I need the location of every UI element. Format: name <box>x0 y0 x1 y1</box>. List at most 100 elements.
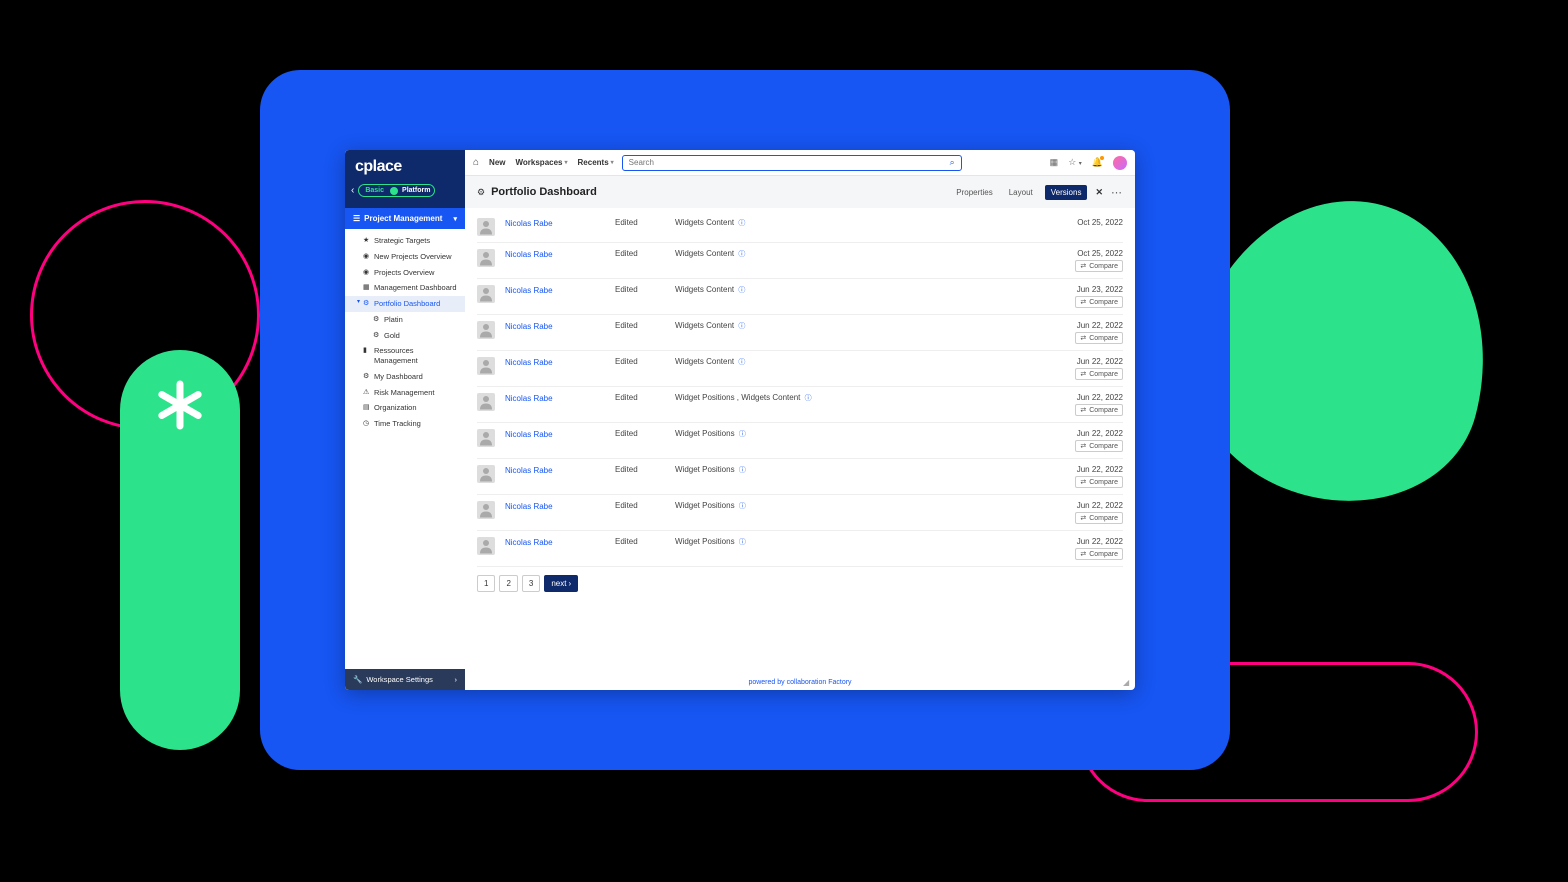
user-avatar-icon <box>477 537 495 555</box>
info-icon[interactable]: ⓘ <box>738 287 745 294</box>
user-avatar-icon <box>477 501 495 519</box>
version-user-link[interactable]: Nicolas Rabe <box>505 430 553 439</box>
workspaces-menu[interactable]: Workspaces▾ <box>516 158 568 167</box>
home-icon[interactable]: ⌂ <box>473 157 479 168</box>
nav-label: Organization <box>374 403 417 413</box>
info-icon[interactable]: ⓘ <box>738 220 745 227</box>
mode-toggle-pill[interactable]: Basic Platform <box>358 184 435 197</box>
page-title: Portfolio Dashboard <box>491 186 597 198</box>
info-icon[interactable]: ⓘ <box>738 359 745 366</box>
user-avatar-icon <box>477 465 495 483</box>
user-avatar[interactable] <box>1113 156 1127 170</box>
mode-platform-label: Platform <box>400 186 432 195</box>
info-icon[interactable]: ⓘ <box>739 503 746 510</box>
version-user-link[interactable]: Nicolas Rabe <box>505 250 553 259</box>
nav-label: Platin <box>384 315 403 325</box>
version-date: Jun 22, 2022 <box>1033 537 1123 546</box>
resize-handle-icon[interactable]: ◢ <box>1123 678 1133 688</box>
compare-button[interactable]: ⇄Compare <box>1075 332 1123 344</box>
clock-icon: ◷ <box>363 419 371 428</box>
version-user-link[interactable]: Nicolas Rabe <box>505 219 553 228</box>
user-avatar-icon <box>477 218 495 236</box>
nav-risk[interactable]: ⚠Risk Management <box>345 385 465 401</box>
notifications-icon[interactable]: 🔔 <box>1092 157 1103 168</box>
chevron-down-icon: ▾ <box>453 215 457 223</box>
apps-icon[interactable]: ▦ <box>1050 157 1059 168</box>
info-icon[interactable]: ⓘ <box>739 467 746 474</box>
compare-icon: ⇄ <box>1080 442 1086 450</box>
nav-new-projects[interactable]: ◉New Projects Overview <box>345 249 465 265</box>
compare-button[interactable]: ⇄Compare <box>1075 296 1123 308</box>
version-user-link[interactable]: Nicolas Rabe <box>505 538 553 547</box>
page-3-button[interactable]: 3 <box>522 575 540 592</box>
tab-properties[interactable]: Properties <box>952 185 996 200</box>
footer-attribution: powered by collaboration Factory <box>465 675 1135 690</box>
nav-portfolio-dashboard[interactable]: ▾⚙Portfolio Dashboard <box>345 296 465 312</box>
bar-icon: ▮ <box>363 346 371 355</box>
version-user-link[interactable]: Nicolas Rabe <box>505 394 553 403</box>
recents-menu[interactable]: Recents▾ <box>578 158 614 167</box>
new-label: New <box>489 158 505 167</box>
compare-button[interactable]: ⇄Compare <box>1075 368 1123 380</box>
workspace-settings-label: Workspace Settings <box>366 675 433 684</box>
page-next-button[interactable]: next › <box>544 575 578 592</box>
version-description: Widgets Content ⓘ <box>675 357 1023 367</box>
nav-projects-overview[interactable]: ◉Projects Overview <box>345 265 465 281</box>
search-input[interactable] <box>629 158 950 167</box>
favorites-menu[interactable]: ☆ ▾ <box>1068 157 1082 168</box>
more-menu-icon[interactable]: ⋯ <box>1111 186 1123 199</box>
version-action: Edited <box>615 429 665 438</box>
new-menu[interactable]: New <box>489 158 505 167</box>
info-icon[interactable]: ⓘ <box>805 395 812 402</box>
version-row: Nicolas RabeEditedWidget Positions ⓘJun … <box>477 531 1123 567</box>
workspace-selector[interactable]: ☰Project Management ▾ <box>345 208 465 229</box>
page-2-button[interactable]: 2 <box>499 575 517 592</box>
close-panel-icon[interactable]: ✕ <box>1095 187 1103 198</box>
compare-button[interactable]: ⇄Compare <box>1075 260 1123 272</box>
collapse-sidebar-icon[interactable]: ‹ <box>351 185 354 196</box>
compare-button[interactable]: ⇄Compare <box>1075 548 1123 560</box>
version-user-link[interactable]: Nicolas Rabe <box>505 466 553 475</box>
dashboard-icon: ⚙ <box>363 299 371 308</box>
version-row: Nicolas RabeEditedWidgets Content ⓘJun 2… <box>477 351 1123 387</box>
user-avatar-icon <box>477 393 495 411</box>
nav-platin[interactable]: ⚙Platin <box>345 312 465 328</box>
info-icon[interactable]: ⓘ <box>739 539 746 546</box>
nav-resources[interactable]: ▮Ressources Management <box>345 343 465 369</box>
main-content: ⌂ New Workspaces▾ Recents▾ ⌕ ▦ ☆ ▾ 🔔 ⚙ P… <box>465 150 1135 690</box>
version-user-link[interactable]: Nicolas Rabe <box>505 322 553 331</box>
page-1-button[interactable]: 1 <box>477 575 495 592</box>
version-row: Nicolas RabeEditedWidgets Content ⓘOct 2… <box>477 212 1123 243</box>
version-user-link[interactable]: Nicolas Rabe <box>505 358 553 367</box>
nav-my-dashboard[interactable]: ⚙My Dashboard <box>345 369 465 385</box>
info-icon[interactable]: ⓘ <box>738 323 745 330</box>
compare-icon: ⇄ <box>1080 298 1086 306</box>
compare-icon: ⇄ <box>1080 262 1086 270</box>
compare-button[interactable]: ⇄Compare <box>1075 404 1123 416</box>
version-action: Edited <box>615 537 665 546</box>
version-date: Jun 22, 2022 <box>1033 393 1123 402</box>
version-date: Jun 22, 2022 <box>1033 357 1123 366</box>
workspace-settings-button[interactable]: 🔧Workspace Settings › <box>345 669 465 690</box>
nav-label: New Projects Overview <box>374 252 452 262</box>
grid-icon: ▦ <box>363 283 371 292</box>
version-user-link[interactable]: Nicolas Rabe <box>505 286 553 295</box>
nav-strategic-targets[interactable]: ★Strategic Targets <box>345 233 465 249</box>
nav-gold[interactable]: ⚙Gold <box>345 328 465 344</box>
compare-button[interactable]: ⇄Compare <box>1075 476 1123 488</box>
nav-organization[interactable]: ▤Organization <box>345 400 465 416</box>
versions-list: Nicolas RabeEditedWidgets Content ⓘOct 2… <box>465 208 1135 675</box>
nav-management-dashboard[interactable]: ▦Management Dashboard <box>345 280 465 296</box>
compare-button[interactable]: ⇄Compare <box>1075 512 1123 524</box>
info-icon[interactable]: ⓘ <box>739 431 746 438</box>
version-user-link[interactable]: Nicolas Rabe <box>505 502 553 511</box>
tab-versions[interactable]: Versions <box>1045 185 1088 200</box>
version-row: Nicolas RabeEditedWidgets Content ⓘOct 2… <box>477 243 1123 279</box>
tab-layout[interactable]: Layout <box>1005 185 1037 200</box>
search-box[interactable]: ⌕ <box>622 155 962 171</box>
nav-time-tracking[interactable]: ◷Time Tracking <box>345 416 465 432</box>
logo: cplace <box>345 150 465 184</box>
compare-button[interactable]: ⇄Compare <box>1075 440 1123 452</box>
info-icon[interactable]: ⓘ <box>738 251 745 258</box>
version-description: Widget Positions ⓘ <box>675 465 1023 475</box>
